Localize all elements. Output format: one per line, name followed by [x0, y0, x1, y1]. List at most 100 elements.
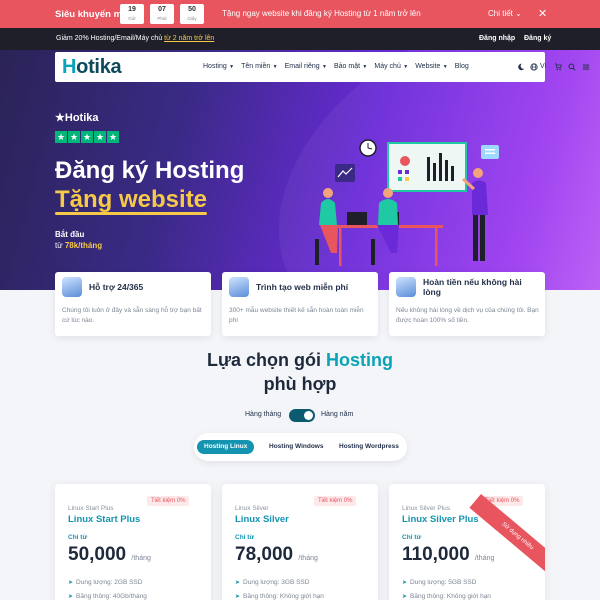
star-icon: ★ [81, 131, 93, 143]
hero-brand-text: Hotika [64, 112, 99, 124]
promo-detail-link[interactable]: Chi tiết ⌄ [488, 9, 522, 18]
caret-down-icon: ▼ [401, 64, 409, 70]
caret-down-icon: ▼ [320, 64, 327, 70]
plan-from: Chỉ từ [68, 534, 88, 541]
price-period: /tháng [474, 555, 495, 562]
logo[interactable]: Hotika [62, 56, 122, 79]
tab-hosting-wordpress[interactable]: Hosting Wordpress [332, 440, 406, 454]
main-navbar: Hotika Hosting ▼ Tên miền ▼ Email riêng … [55, 52, 590, 82]
rocket-icon: ➤ [235, 580, 241, 586]
price-amount: 78,000 [235, 544, 294, 565]
feature-desc: Nếu không hài lòng về dịch vụ của chúng … [396, 307, 539, 324]
plan-storage: ➤ Dung lượng: 5GB SSD [402, 579, 476, 586]
rocket-icon: ➤ [402, 580, 408, 586]
promo-bar: Siêu khuyến mại 19 Giờ 07 Phút 50 Giây Tặng… [0, 0, 600, 28]
star-icon: ★ [107, 131, 119, 143]
caret-down-icon: ▼ [227, 64, 235, 70]
section-title-prefix: Lựa chọn gói [206, 350, 321, 370]
offer-text: Giảm 20% Hosting/Email/Máy chủ [56, 35, 163, 42]
feature-desc: Chúng tôi luôn ở đây và sẵn sàng hỗ trợ … [62, 307, 202, 324]
language-selector[interactable]: Vi [540, 63, 546, 70]
billing-switch[interactable] [289, 409, 315, 422]
timer-unit: Giây [187, 16, 197, 21]
plan-from: Chỉ từ [402, 534, 422, 541]
nav-item-domain[interactable]: Tên miền ▼ [241, 63, 278, 70]
price-amount: 50,000 [68, 544, 127, 565]
plan-price: 110,000 /tháng [402, 544, 494, 566]
plan-storage: ➤ Dung lượng: 3GB SSD [235, 579, 309, 586]
register-link[interactable]: Đăng ký [524, 35, 551, 42]
feature-desc: 300+ mẫu website thiết kế sẵn hoàn toàn … [229, 307, 364, 324]
login-link[interactable]: Đăng nhập [479, 35, 515, 42]
timer-value: 50 [188, 6, 196, 13]
moon-icon[interactable] [517, 63, 525, 71]
menu-icon[interactable] [582, 63, 590, 71]
spec-text: Băng thông: 40Gb/tháng [76, 593, 147, 600]
hero-title: Đăng ký Hosting [55, 157, 245, 184]
nav-item-security[interactable]: Bảo mật ▼ [334, 63, 367, 70]
feature-title: Trình tạo web miễn phí [256, 282, 349, 292]
timer-value: 07 [158, 6, 166, 13]
plan-bandwidth: ➤ Băng thông: Không giới hạn [402, 593, 491, 600]
close-icon[interactable]: ✕ [538, 7, 547, 20]
logo-text: otika [76, 56, 122, 78]
feature-title: Hỗ trợ 24/365 [89, 282, 144, 292]
plan-name: Linux Silver Plus [402, 514, 479, 525]
nav-item-email[interactable]: Email riêng ▼ [285, 63, 327, 70]
promo-detail-label: Chi tiết [488, 9, 513, 18]
nav-item-website[interactable]: Website ▼ [415, 63, 448, 70]
chevron-down-icon: ⌄ [515, 9, 522, 18]
search-icon[interactable] [568, 63, 576, 71]
plan-card-linux-start-plus: Tiết kiệm 0% Linux Start Plus Linux Star… [55, 484, 211, 600]
hero-from-label: Bắt đầu [55, 230, 85, 239]
nav-item-hosting[interactable]: Hosting ▼ [203, 63, 234, 70]
save-badge: Tiết kiệm 0% [147, 496, 190, 506]
offer-link[interactable]: từ 2 năm trở lên [164, 35, 214, 42]
hosting-tabs: Hosting Linux Hosting Windows Hosting Wo… [194, 433, 407, 461]
timer-unit: Phút [157, 16, 167, 21]
plan-price: 78,000 /tháng [235, 544, 318, 566]
trustpilot-rating: ★ ★ ★ ★ ★ [55, 131, 119, 143]
nav-item-blog[interactable]: Blog [455, 63, 469, 70]
spec-text: Dung lượng: 3GB SSD [243, 579, 310, 586]
nav-menu: Hosting ▼ Tên miền ▼ Email riêng ▼ Bảo m… [203, 63, 476, 70]
team-illustration [315, 139, 499, 266]
plan-from: Chỉ từ [235, 534, 255, 541]
website-icon [229, 277, 249, 297]
spec-text: Dung lượng: 2GB SSD [76, 579, 143, 586]
toggle-yearly-label[interactable]: Hàng năm [321, 411, 353, 418]
nav-label: Bảo mật [333, 63, 361, 70]
hero-price: từ 78k/tháng [55, 241, 102, 250]
promo-message: Tặng ngay website khi đăng ký Hosting từ… [222, 9, 421, 18]
section-title: Lựa chọn gói Hosting [0, 350, 600, 371]
price-prefix: từ [55, 241, 63, 250]
toggle-monthly-label[interactable]: Hàng tháng [245, 411, 281, 418]
caret-down-icon: ▼ [271, 64, 278, 70]
section-title-highlight: Hosting [326, 350, 394, 370]
tab-hosting-linux[interactable]: Hosting Linux [197, 440, 255, 454]
price-period: /tháng [131, 555, 151, 562]
cart-icon[interactable] [554, 63, 562, 71]
feature-card-support: Hỗ trợ 24/365 Chúng tôi luôn ở đây và sẵ… [55, 272, 211, 336]
nav-label: Email riêng [284, 63, 320, 70]
nav-label: Tên miền [241, 63, 271, 70]
countdown-timer: 19 Giờ 07 Phút 50 Giây [120, 4, 204, 24]
rocket-icon: ➤ [68, 580, 74, 586]
plan-pre-label: Linux Silver [235, 505, 269, 512]
timer-unit: Giờ [128, 16, 136, 21]
support-icon [62, 277, 82, 297]
timer-hours: 19 Giờ [120, 4, 144, 24]
hero-underline [55, 212, 207, 215]
topbar-offer: Giảm 20% Hosting/Email/Máy chủ từ 2 năm … [56, 35, 214, 42]
star-icon: ★ [68, 131, 80, 143]
nav-item-server[interactable]: Máy chủ ▼ [374, 63, 408, 70]
plan-card-linux-silver: Tiết kiệm 0% Linux Silver Linux Silver C… [222, 484, 378, 600]
plan-card-linux-silver-plus: Tiết kiệm 0% Sử dụng nhiều Linux Silver … [389, 484, 545, 600]
plan-bandwidth: ➤ Băng thông: 40Gb/tháng [68, 593, 147, 600]
tab-hosting-windows[interactable]: Hosting Windows [262, 440, 330, 454]
spec-text: Băng thông: Không giới hạn [243, 593, 324, 600]
timer-value: 19 [128, 6, 136, 13]
plan-name: Linux Start Plus [68, 514, 141, 525]
globe-icon[interactable] [530, 63, 538, 71]
feature-card-refund: Hoàn tiền nếu không hài lòng Nếu không h… [389, 272, 545, 336]
